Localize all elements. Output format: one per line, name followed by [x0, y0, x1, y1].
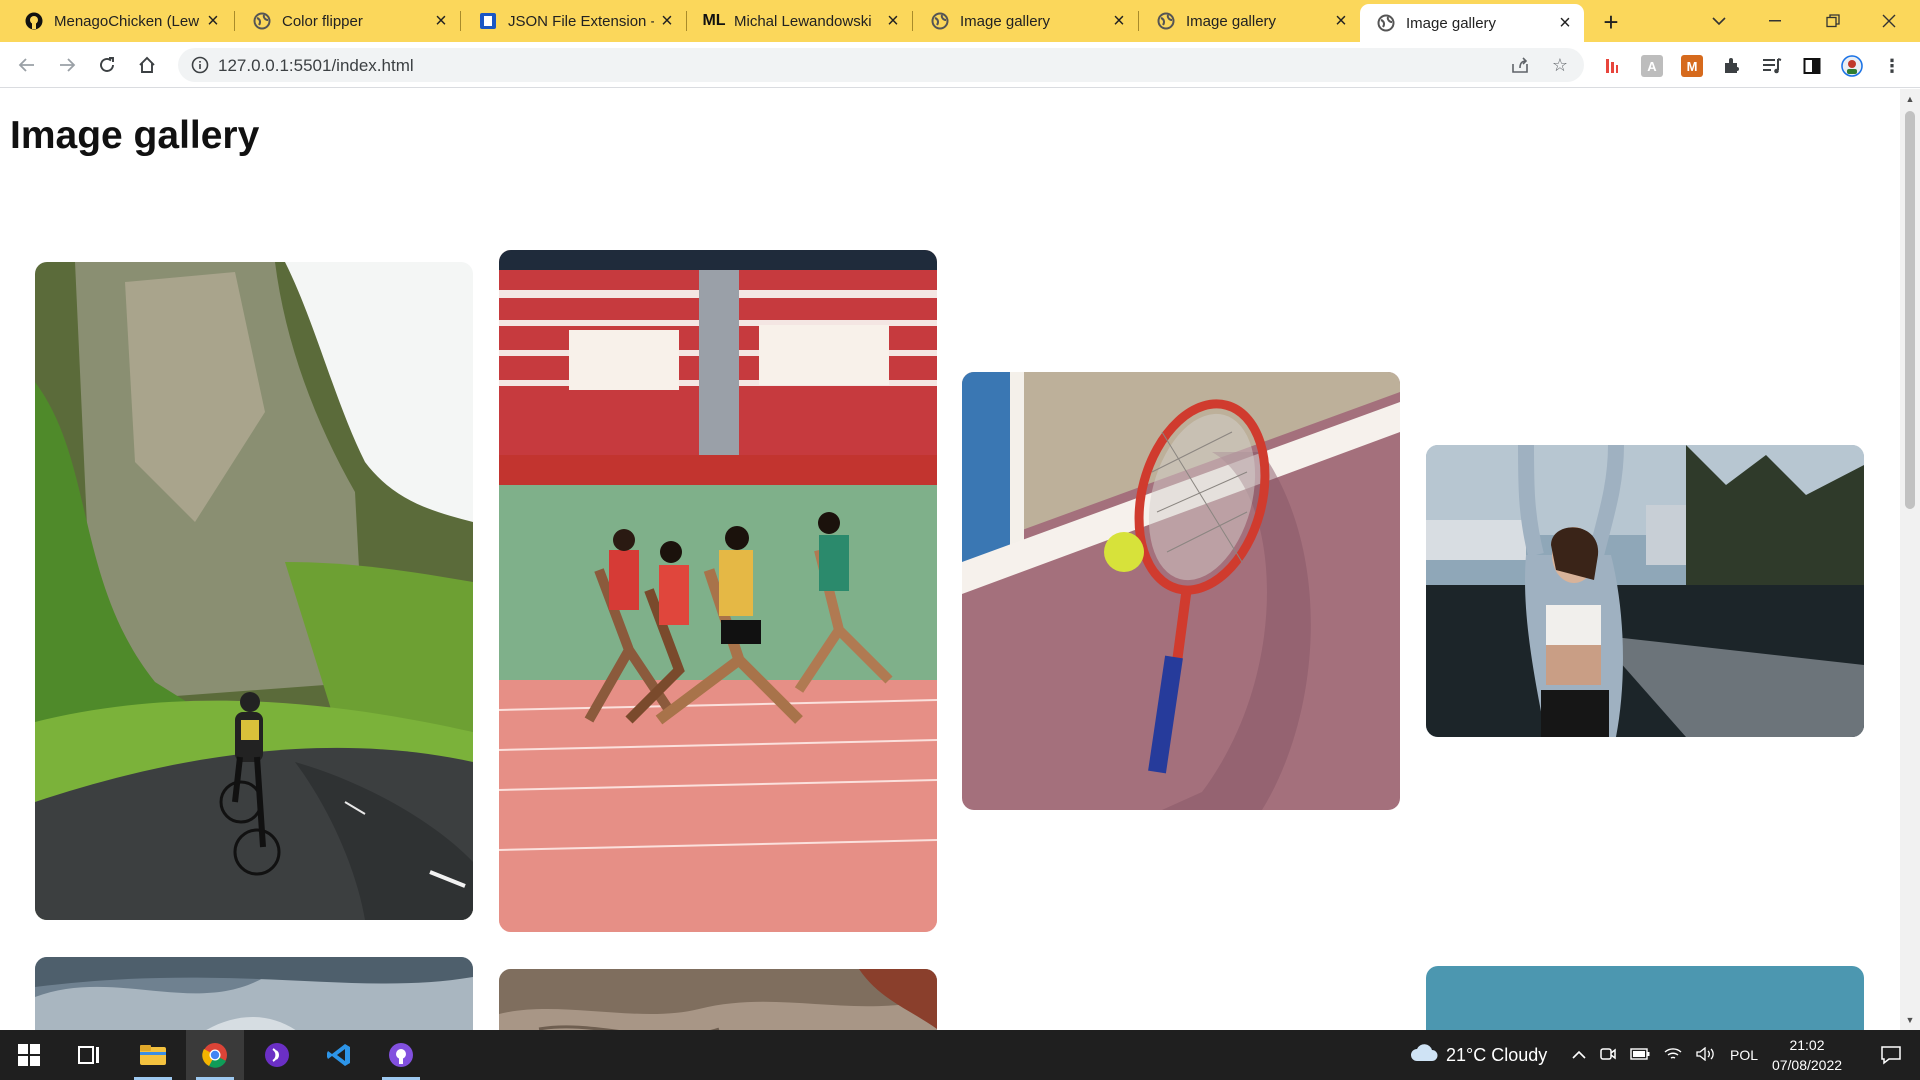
tab-title: Image gallery	[1406, 14, 1497, 32]
globe-icon	[930, 11, 950, 31]
page-viewport: Image gallery	[0, 89, 1900, 1030]
gallery-photo-sprinters[interactable]	[499, 250, 937, 932]
tab-title: JSON File Extension -	[508, 12, 654, 30]
side-panel-icon[interactable]	[1801, 55, 1823, 77]
browser-menu-icon[interactable]: ⋮	[1881, 55, 1903, 77]
notification-center-icon[interactable]	[1862, 1030, 1920, 1080]
close-window-icon[interactable]	[1866, 0, 1912, 42]
show-hidden-icons-icon[interactable]	[1572, 1047, 1586, 1063]
battery-icon[interactable]	[1630, 1047, 1650, 1063]
ml-icon: ML	[702, 12, 726, 29]
extension-grey-icon[interactable]: A	[1641, 55, 1663, 77]
cloud-icon	[1410, 1043, 1438, 1067]
tab-title: Michal Lewandowski	[734, 12, 872, 30]
url-text: 127.0.0.1:5501/index.html	[218, 56, 414, 75]
close-tab-icon[interactable]: ×	[1106, 8, 1132, 34]
forward-icon[interactable]	[52, 50, 82, 80]
profile-avatar[interactable]	[1841, 55, 1863, 77]
tab-title: Color flipper	[282, 12, 363, 30]
tab-title: Image gallery	[1186, 12, 1277, 30]
home-icon[interactable]	[132, 50, 162, 80]
input-language[interactable]: POL	[1730, 1047, 1758, 1063]
gallery-photo-cyclist[interactable]	[35, 262, 473, 920]
weather-text: 21°C Cloudy	[1446, 1044, 1548, 1065]
globe-icon	[1376, 13, 1396, 33]
tab-github[interactable]: MenagoChicken (Lew ×	[8, 0, 232, 42]
document-icon	[478, 11, 498, 31]
close-tab-icon[interactable]: ×	[880, 8, 906, 34]
gallery-photo-teal[interactable]	[1426, 966, 1864, 1030]
media-control-icon[interactable]	[1761, 55, 1783, 77]
clock-date: 07/08/2022	[1771, 1057, 1843, 1073]
weather-widget[interactable]: 21°C Cloudy	[1410, 1030, 1547, 1080]
tab-title: MenagoChicken (Lew	[54, 12, 200, 30]
chrome-icon[interactable]	[186, 1030, 244, 1080]
clock-time: 21:02	[1789, 1037, 1825, 1053]
scroll-up-icon[interactable]: ▲	[1904, 93, 1916, 105]
windows-start-icon[interactable]	[0, 1030, 58, 1080]
close-tab-icon[interactable]: ×	[428, 8, 454, 34]
close-tab-icon[interactable]: ×	[200, 8, 226, 34]
tab-image-gallery-1[interactable]: Image gallery ×	[914, 0, 1138, 42]
tab-separator	[460, 11, 461, 31]
gallery-photo-tennis[interactable]	[962, 372, 1400, 810]
tab-separator	[234, 11, 235, 31]
globe-icon	[252, 11, 272, 31]
taskbar-clock[interactable]: 21:02 07/08/2022	[1762, 1035, 1852, 1075]
task-view-icon[interactable]	[60, 1030, 118, 1080]
tab-color-flipper[interactable]: Color flipper ×	[236, 0, 460, 42]
back-icon[interactable]	[12, 50, 42, 80]
browser-toolbar: 127.0.0.1:5501/index.html ☆ A M ⋮	[0, 42, 1920, 88]
minimize-icon[interactable]	[1752, 0, 1798, 42]
github-desktop-icon[interactable]	[372, 1030, 430, 1080]
tab-separator	[1138, 11, 1139, 31]
globe-icon	[1156, 11, 1176, 31]
tab-image-gallery-2[interactable]: Image gallery ×	[1140, 0, 1360, 42]
scrollbar-thumb[interactable]	[1905, 111, 1915, 509]
browser-tab-strip: MenagoChicken (Lew × Color flipper × JSO…	[0, 0, 1920, 42]
tab-image-gallery-active[interactable]: Image gallery ×	[1360, 4, 1584, 42]
gallery-photo-sky[interactable]	[35, 957, 473, 1030]
extension-red-icon[interactable]	[1601, 55, 1623, 77]
close-tab-icon[interactable]: ×	[1552, 10, 1578, 36]
tab-title: Image gallery	[960, 12, 1051, 30]
share-icon[interactable]	[1509, 54, 1531, 76]
scroll-down-icon[interactable]: ▼	[1904, 1014, 1916, 1026]
gallery-photo-woman-stretching[interactable]	[1426, 445, 1864, 737]
page-scrollbar[interactable]: ▲ ▼	[1900, 89, 1920, 1030]
site-info-icon[interactable]	[190, 55, 210, 75]
page-title: Image gallery	[10, 114, 260, 157]
tab-michal-lewandowski[interactable]: ML Michal Lewandowski ×	[688, 0, 912, 42]
windows-taskbar: 21°C Cloudy POL 21:02 07/08/2022	[0, 1030, 1920, 1080]
close-tab-icon[interactable]: ×	[1328, 8, 1354, 34]
tab-search-icon[interactable]	[1696, 0, 1742, 42]
tab-separator	[686, 11, 687, 31]
tab-json-extension[interactable]: JSON File Extension - ×	[462, 0, 686, 42]
extensions-puzzle-icon[interactable]	[1721, 55, 1743, 77]
extension-orange-icon[interactable]: M	[1681, 55, 1703, 77]
file-explorer-icon[interactable]	[124, 1030, 182, 1080]
podcast-app-icon[interactable]	[248, 1030, 306, 1080]
address-bar[interactable]: 127.0.0.1:5501/index.html ☆	[178, 48, 1584, 82]
new-tab-button[interactable]: +	[1596, 7, 1626, 37]
wifi-icon[interactable]	[1664, 1047, 1682, 1064]
gallery-photo-stone-texture[interactable]	[499, 969, 937, 1030]
close-tab-icon[interactable]: ×	[654, 8, 680, 34]
bookmark-star-icon[interactable]: ☆	[1549, 54, 1571, 76]
github-icon	[24, 11, 44, 31]
volume-icon[interactable]	[1696, 1046, 1716, 1064]
meet-now-icon[interactable]	[1600, 1047, 1616, 1064]
system-tray: POL	[1572, 1030, 1758, 1080]
tab-separator	[912, 11, 913, 31]
reload-icon[interactable]	[92, 50, 122, 80]
vscode-icon[interactable]	[310, 1030, 368, 1080]
restore-icon[interactable]	[1810, 0, 1856, 42]
